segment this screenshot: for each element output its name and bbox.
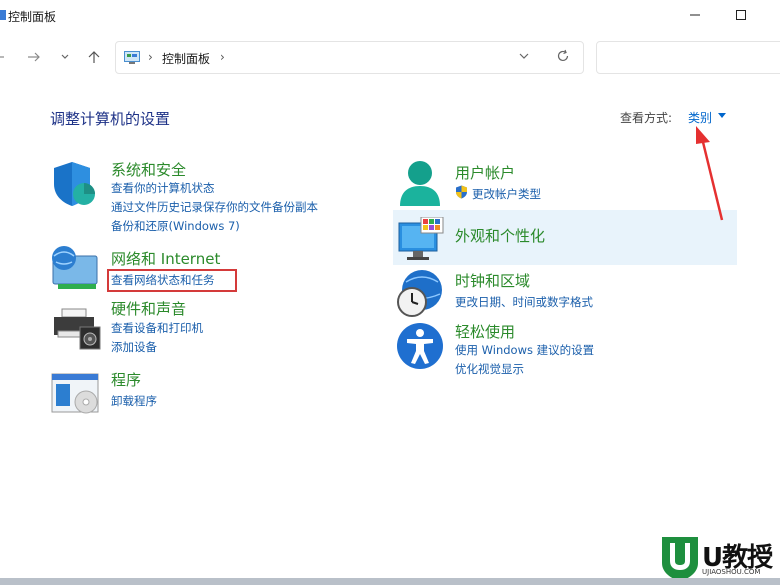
up-arrow-icon[interactable] xyxy=(86,49,102,65)
link-uninstall-program[interactable]: 卸载程序 xyxy=(111,393,157,409)
link-file-history-backup[interactable]: 通过文件历史记录保存你的文件备份副本 xyxy=(111,199,318,215)
category-clock-region[interactable]: 时钟和区域 xyxy=(455,270,530,291)
refresh-icon[interactable] xyxy=(556,49,570,63)
display-personalize-icon[interactable] xyxy=(397,217,445,261)
link-view-computer-status[interactable]: 查看你的计算机状态 xyxy=(111,180,215,196)
category-network-internet[interactable]: 网络和 Internet xyxy=(111,248,220,269)
view-by-caret-icon[interactable] xyxy=(718,113,726,118)
maximize-icon[interactable] xyxy=(734,8,748,22)
clock-globe-icon[interactable] xyxy=(396,268,444,318)
category-hardware-sound[interactable]: 硬件和声音 xyxy=(111,298,186,319)
recent-locations-chevron-icon[interactable] xyxy=(60,49,70,65)
accessibility-icon[interactable] xyxy=(396,322,444,370)
control-panel-icon xyxy=(0,10,6,20)
annotation-arrow xyxy=(696,126,724,221)
watermark-url: UJIAOSHOU.COM xyxy=(702,568,761,576)
view-by-label: 查看方式: xyxy=(620,111,673,125)
link-change-account-type[interactable]: 更改帐户类型 xyxy=(472,186,541,202)
link-devices-printers[interactable]: 查看设备和打印机 xyxy=(111,320,203,336)
shield-icon[interactable] xyxy=(52,160,98,208)
uac-shield-icon xyxy=(456,185,467,199)
printer-speaker-icon[interactable] xyxy=(52,307,102,351)
back-arrow-icon[interactable] xyxy=(0,49,6,65)
link-change-date-time-format[interactable]: 更改日期、时间或数字格式 xyxy=(455,294,593,310)
search-input[interactable] xyxy=(596,41,780,74)
category-user-accounts[interactable]: 用户帐户 xyxy=(455,162,515,183)
title-bar: 控制面板 xyxy=(0,0,780,32)
link-backup-restore[interactable]: 备份和还原(Windows 7) xyxy=(111,218,240,234)
chevron-down-icon[interactable] xyxy=(518,50,530,62)
address-bar[interactable]: › 控制面板 › xyxy=(115,41,584,74)
link-windows-recommended-settings[interactable]: 使用 Windows 建议的设置 xyxy=(455,342,594,358)
category-programs[interactable]: 程序 xyxy=(111,369,141,390)
watermark: U教授 UJIAOSHOU.COM xyxy=(660,535,776,581)
link-optimize-visual-display[interactable]: 优化视觉显示 xyxy=(455,361,524,377)
address-separator[interactable]: › xyxy=(148,50,153,64)
u-shield-logo-icon xyxy=(662,537,698,581)
forward-arrow-icon[interactable] xyxy=(26,49,42,65)
link-add-device[interactable]: 添加设备 xyxy=(111,339,157,355)
programs-disc-icon[interactable] xyxy=(50,372,102,416)
annotation-highlight-box xyxy=(107,269,237,292)
window-title: 控制面板 xyxy=(8,10,57,24)
page-title: 调整计算机的设置 xyxy=(50,110,171,128)
breadcrumb-separator[interactable]: › xyxy=(220,50,225,64)
category-appearance-personalization[interactable]: 外观和个性化 xyxy=(455,225,545,246)
breadcrumb-control-panel[interactable]: 控制面板 xyxy=(162,50,210,67)
taskbar-edge xyxy=(0,578,780,585)
navigation-bar: › 控制面板 › xyxy=(0,38,780,78)
minimize-icon[interactable] xyxy=(688,8,702,22)
network-monitor-icon[interactable] xyxy=(50,244,100,292)
category-ease-of-access[interactable]: 轻松使用 xyxy=(455,321,515,342)
category-system-security[interactable]: 系统和安全 xyxy=(111,159,186,180)
user-account-icon[interactable] xyxy=(398,158,442,208)
control-panel-icon xyxy=(124,51,140,64)
